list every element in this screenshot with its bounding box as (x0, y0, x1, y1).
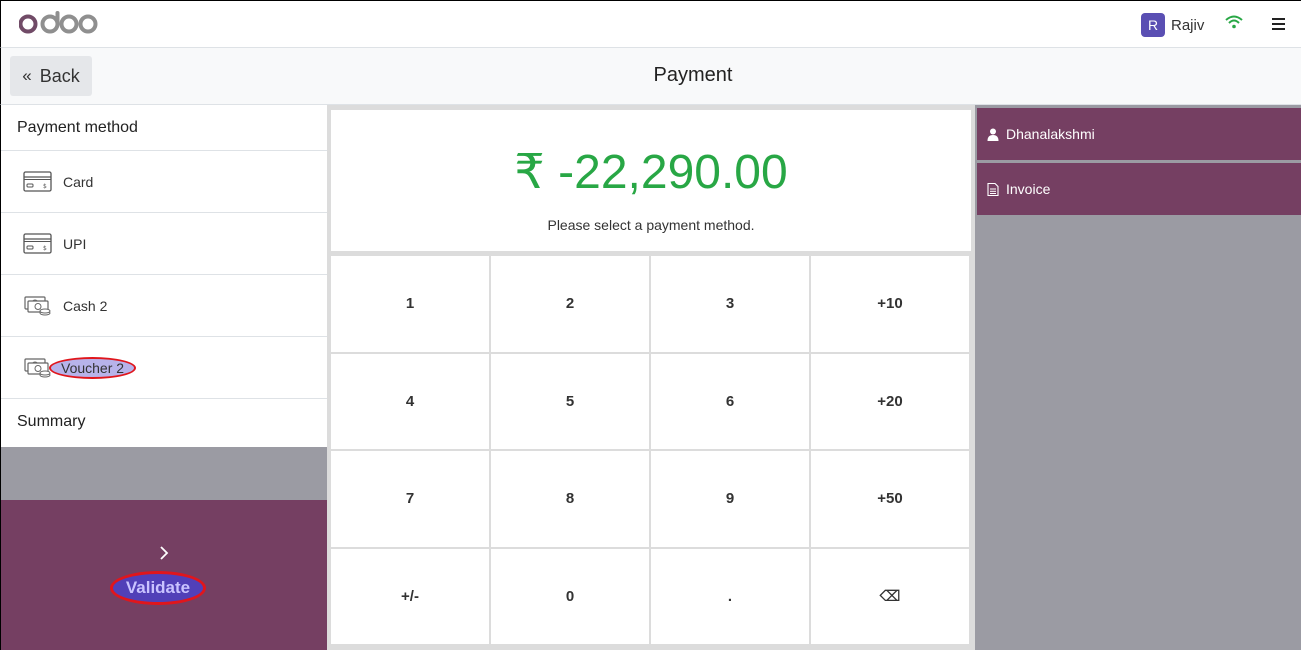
customer-button[interactable]: Dhanalakshmi (977, 108, 1301, 160)
numpad-key-3[interactable]: 3 (651, 256, 809, 352)
payment-method-label: Card (63, 173, 94, 190)
validate-label: Validate (110, 571, 206, 605)
card-icon: $ (23, 170, 52, 192)
payment-method-voucher-2[interactable]: Voucher 2 (1, 337, 327, 399)
file-icon (987, 182, 999, 196)
payment-hint: Please select a payment method. (547, 217, 755, 233)
invoice-label: Invoice (1006, 181, 1051, 197)
svg-text:$: $ (43, 245, 47, 252)
summary-title: Summary (17, 413, 86, 430)
backspace-icon[interactable]: ⌫ (811, 548, 969, 644)
right-panel: Dhanalakshmi Invoice (975, 105, 1301, 650)
numpad-key-2[interactable]: 2 (491, 256, 649, 352)
numpad: 1 2 3 +10 4 5 6 +20 7 8 9 +50 +/- 0 . ⌫ (331, 256, 971, 646)
numpad-key-6[interactable]: 6 (651, 353, 809, 449)
numpad-key-1[interactable]: 1 (331, 256, 489, 352)
numpad-key-plus-50[interactable]: +50 (811, 451, 969, 547)
numpad-key-0[interactable]: 0 (491, 548, 649, 644)
top-bar: R Rajiv (0, 0, 1301, 48)
page-title: Payment (653, 64, 733, 86)
numpad-key-5[interactable]: 5 (491, 353, 649, 449)
amount-display: ₹ -22,290.00 Please select a payment met… (331, 110, 971, 251)
menu-icon[interactable] (1272, 18, 1285, 30)
payment-center-panel: ₹ -22,290.00 Please select a payment met… (327, 105, 975, 650)
invoice-button[interactable]: Invoice (977, 163, 1301, 215)
numpad-key-7[interactable]: 7 (331, 451, 489, 547)
payment-method-title: Payment method (1, 105, 327, 151)
avatar: R (1141, 13, 1165, 37)
svg-text:$: $ (43, 183, 47, 190)
user-menu[interactable]: R Rajiv (1141, 12, 1204, 38)
payment-method-label: UPI (63, 235, 87, 252)
user-name: Rajiv (1171, 16, 1205, 34)
user-icon (987, 128, 999, 141)
cash-icon (24, 295, 51, 315)
numpad-key-plus-20[interactable]: +20 (811, 353, 969, 449)
numpad-key-decimal[interactable]: . (651, 548, 809, 644)
chevron-right-icon (160, 546, 169, 560)
wifi-icon (1225, 15, 1243, 29)
numpad-key-plus-minus[interactable]: +/- (331, 548, 489, 644)
payment-method-panel: Payment method $ Card $ UPI Cash 2 Vouch… (0, 105, 328, 650)
payment-method-card[interactable]: $ Card (1, 151, 327, 213)
numpad-key-9[interactable]: 9 (651, 451, 809, 547)
customer-label: Dhanalakshmi (1006, 126, 1095, 142)
payment-method-label: Cash 2 (63, 297, 108, 314)
payment-method-label: Voucher 2 (49, 356, 137, 379)
payment-method-cash-2[interactable]: Cash 2 (1, 275, 327, 337)
summary-area (1, 447, 328, 500)
numpad-key-8[interactable]: 8 (491, 451, 649, 547)
remaining-amount: ₹ -22,290.00 (514, 146, 788, 199)
sub-header: « Back Payment (0, 48, 1301, 105)
card-icon: $ (23, 232, 52, 254)
numpad-key-plus-10[interactable]: +10 (811, 256, 969, 352)
odoo-logo (19, 11, 98, 34)
validate-button[interactable]: Validate (1, 500, 328, 650)
numpad-key-4[interactable]: 4 (331, 353, 489, 449)
payment-method-upi[interactable]: $ UPI (1, 213, 327, 275)
